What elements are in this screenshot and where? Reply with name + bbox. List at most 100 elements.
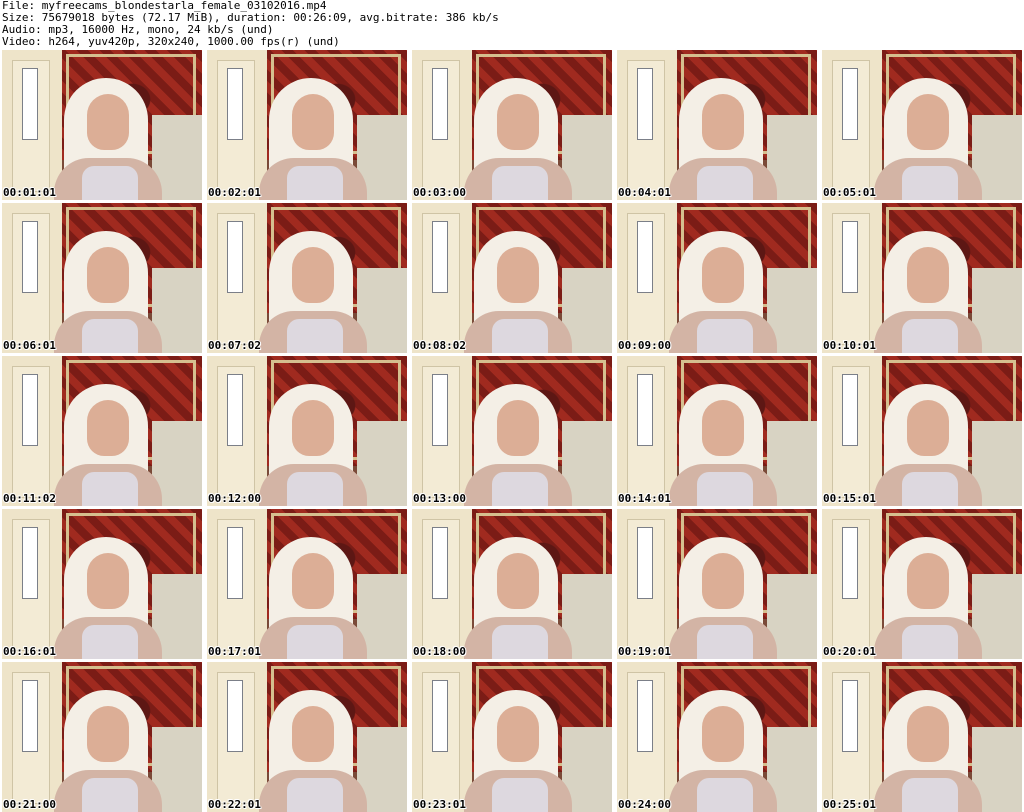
- face-shape: [907, 94, 949, 150]
- frame-timestamp: 00:10:01: [823, 339, 876, 352]
- top-shape: [82, 472, 138, 506]
- top-shape: [902, 472, 958, 506]
- towel-shape: [22, 221, 38, 293]
- person-figure: [464, 231, 572, 353]
- person-figure: [874, 78, 982, 200]
- face-shape: [702, 247, 744, 303]
- frame-timestamp: 00:15:01: [823, 492, 876, 505]
- towel-shape: [227, 527, 243, 599]
- video-frame-thumbnail: 00:14:01: [617, 356, 817, 506]
- person-figure: [54, 78, 162, 200]
- face-shape: [497, 247, 539, 303]
- towel-shape: [432, 68, 448, 140]
- video-frame-thumbnail: 00:18:00: [412, 509, 612, 659]
- top-shape: [492, 625, 548, 659]
- video-frame-thumbnail: 00:21:00: [2, 662, 202, 812]
- top-shape: [902, 319, 958, 353]
- top-shape: [697, 625, 753, 659]
- towel-shape: [842, 221, 858, 293]
- person-figure: [464, 78, 572, 200]
- towel-shape: [22, 374, 38, 446]
- face-shape: [702, 553, 744, 609]
- frame-timestamp: 00:13:00: [413, 492, 466, 505]
- top-shape: [697, 778, 753, 812]
- top-shape: [697, 166, 753, 200]
- person-figure: [259, 537, 367, 659]
- towel-shape: [842, 527, 858, 599]
- person-figure: [259, 231, 367, 353]
- video-frame-thumbnail: 00:20:01: [822, 509, 1022, 659]
- person-figure: [259, 384, 367, 506]
- frame-timestamp: 00:14:01: [618, 492, 671, 505]
- frame-timestamp: 00:25:01: [823, 798, 876, 811]
- frame-timestamp: 00:11:02: [3, 492, 56, 505]
- person-figure: [874, 384, 982, 506]
- video-frame-thumbnail: 00:12:00: [207, 356, 407, 506]
- video-frame-thumbnail: 00:11:02: [2, 356, 202, 506]
- face-shape: [292, 94, 334, 150]
- face-shape: [87, 247, 129, 303]
- video-frame-thumbnail: 00:10:01: [822, 203, 1022, 353]
- top-shape: [287, 778, 343, 812]
- video-frame-thumbnail: 00:06:01: [2, 203, 202, 353]
- person-figure: [669, 690, 777, 812]
- towel-shape: [842, 374, 858, 446]
- top-shape: [82, 625, 138, 659]
- person-figure: [874, 537, 982, 659]
- frame-timestamp: 00:22:01: [208, 798, 261, 811]
- contact-sheet: File: myfreecams_blondestarla_female_031…: [0, 0, 1024, 812]
- top-shape: [697, 472, 753, 506]
- person-figure: [464, 537, 572, 659]
- towel-shape: [22, 68, 38, 140]
- person-figure: [54, 537, 162, 659]
- top-shape: [287, 472, 343, 506]
- video-frame-thumbnail: 00:07:02: [207, 203, 407, 353]
- face-shape: [497, 400, 539, 456]
- top-shape: [492, 166, 548, 200]
- face-shape: [87, 706, 129, 762]
- towel-shape: [22, 527, 38, 599]
- frame-timestamp: 00:16:01: [3, 645, 56, 658]
- frame-timestamp: 00:21:00: [3, 798, 56, 811]
- top-shape: [82, 778, 138, 812]
- frame-timestamp: 00:08:02: [413, 339, 466, 352]
- top-shape: [902, 778, 958, 812]
- video-frame-thumbnail: 00:02:01: [207, 50, 407, 200]
- video-frame-thumbnail: 00:09:00: [617, 203, 817, 353]
- top-shape: [697, 319, 753, 353]
- face-shape: [702, 400, 744, 456]
- video-frame-thumbnail: 00:13:00: [412, 356, 612, 506]
- frame-timestamp: 00:20:01: [823, 645, 876, 658]
- frame-timestamp: 00:03:00: [413, 186, 466, 199]
- face-shape: [907, 553, 949, 609]
- face-shape: [292, 247, 334, 303]
- video-frame-thumbnail: 00:16:01: [2, 509, 202, 659]
- video-frame-thumbnail: 00:25:01: [822, 662, 1022, 812]
- top-shape: [492, 472, 548, 506]
- frame-timestamp: 00:23:01: [413, 798, 466, 811]
- towel-shape: [842, 68, 858, 140]
- top-shape: [492, 319, 548, 353]
- face-shape: [702, 94, 744, 150]
- frame-timestamp: 00:05:01: [823, 186, 876, 199]
- frame-timestamp: 00:12:00: [208, 492, 261, 505]
- face-shape: [87, 553, 129, 609]
- top-shape: [492, 778, 548, 812]
- top-shape: [287, 319, 343, 353]
- video-frame-thumbnail: 00:15:01: [822, 356, 1022, 506]
- video-frame-thumbnail: 00:08:02: [412, 203, 612, 353]
- person-figure: [669, 231, 777, 353]
- towel-shape: [227, 680, 243, 752]
- towel-shape: [637, 68, 653, 140]
- face-shape: [702, 706, 744, 762]
- face-shape: [497, 706, 539, 762]
- face-shape: [87, 94, 129, 150]
- face-shape: [907, 706, 949, 762]
- person-figure: [54, 231, 162, 353]
- top-shape: [82, 166, 138, 200]
- frame-timestamp: 00:01:01: [3, 186, 56, 199]
- face-shape: [292, 706, 334, 762]
- frame-timestamp: 00:19:01: [618, 645, 671, 658]
- top-shape: [902, 625, 958, 659]
- frame-timestamp: 00:07:02: [208, 339, 261, 352]
